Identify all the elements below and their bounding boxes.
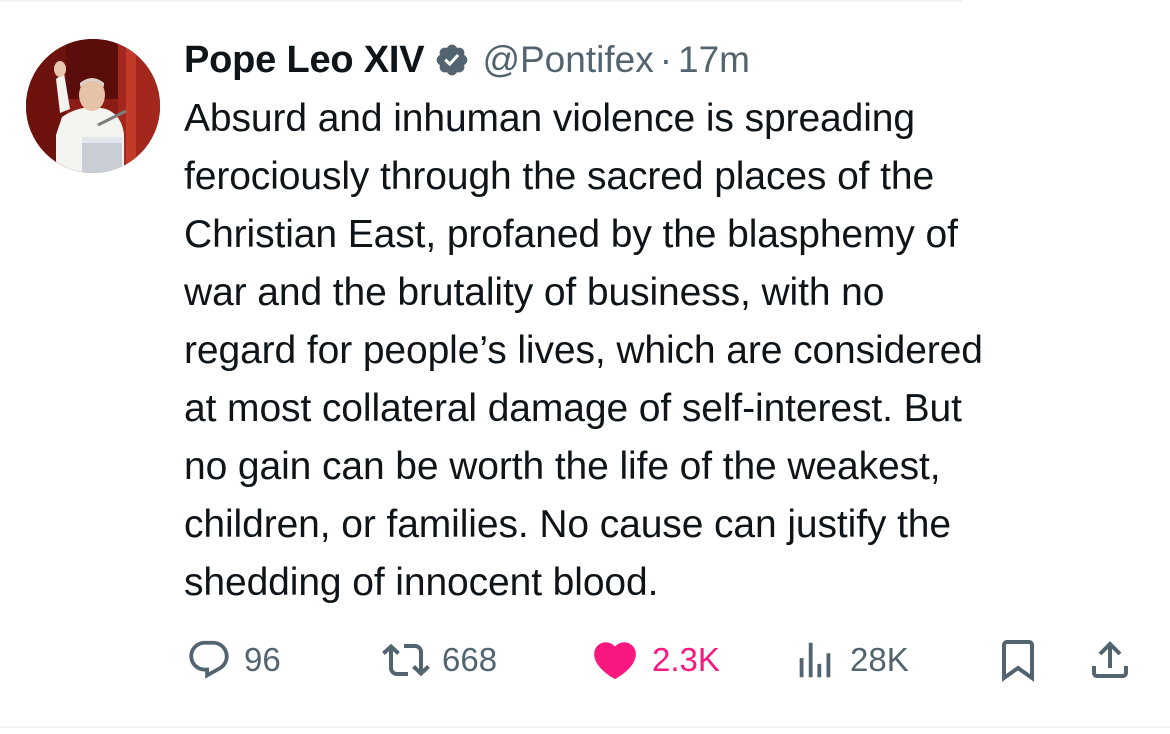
handle[interactable]: @Pontifex (482, 39, 653, 81)
heart-icon (594, 642, 636, 680)
views-icon (799, 642, 831, 678)
like-count: 2.3K (652, 641, 720, 678)
avatar[interactable] (26, 39, 160, 173)
display-name[interactable]: Pope Leo XIV (184, 39, 425, 82)
reply-button[interactable]: 96 (186, 638, 281, 682)
views-button[interactable]: 28K (792, 638, 909, 682)
views-count: 28K (850, 641, 909, 678)
timestamp[interactable]: 17m (678, 39, 750, 81)
share-button[interactable] (1086, 638, 1134, 682)
bottom-divider (0, 726, 1170, 728)
avatar-image (26, 39, 160, 173)
action-bar: 96 668 2.3K 28K (186, 638, 1136, 682)
verified-badge-icon[interactable] (434, 42, 470, 78)
tweet-text: Absurd and inhuman violence is spreading… (184, 97, 983, 604)
share-icon (1092, 641, 1128, 678)
tweet[interactable]: Pope Leo XIV @Pontifex · 17m Absurd and … (184, 34, 1144, 612)
repost-count: 668 (442, 641, 498, 678)
tweet-header: Pope Leo XIV @Pontifex · 17m (184, 34, 1144, 86)
top-divider (0, 0, 962, 2)
reply-icon (189, 640, 229, 679)
separator-dot: · (659, 39, 673, 80)
like-button[interactable]: 2.3K (590, 638, 720, 682)
repost-icon (382, 643, 430, 677)
reply-count: 96 (244, 641, 281, 678)
bookmark-icon (1002, 640, 1034, 682)
bookmark-button[interactable] (994, 638, 1042, 682)
repost-button[interactable]: 668 (382, 638, 497, 682)
